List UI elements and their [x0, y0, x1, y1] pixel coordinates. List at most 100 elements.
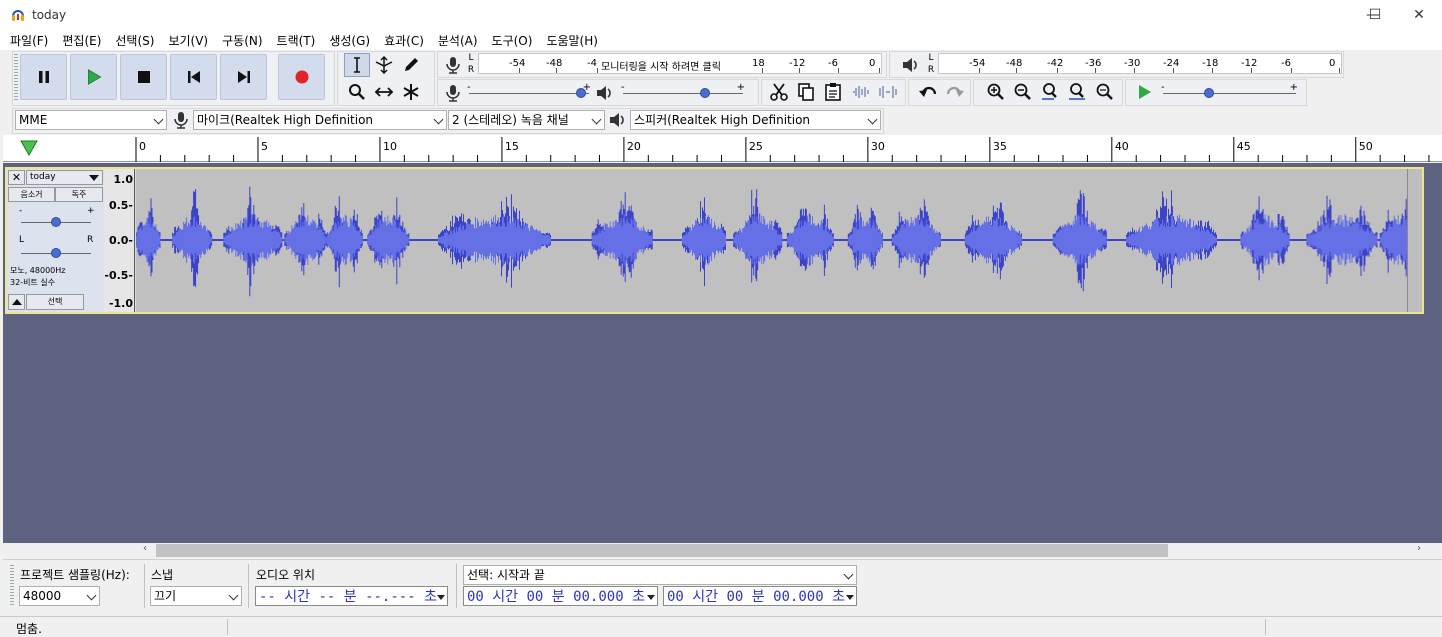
- horizontal-scrollbar[interactable]: ‹ ›: [3, 543, 1442, 558]
- zoom-in-button[interactable]: [983, 80, 1009, 104]
- pause-button[interactable]: [20, 54, 67, 100]
- cut-button[interactable]: [766, 80, 792, 104]
- ruler-label: 40: [1115, 140, 1129, 153]
- envelope-tool[interactable]: [371, 53, 397, 77]
- play-speed-slider[interactable]: - +: [1159, 82, 1300, 99]
- menu-item-10[interactable]: 도움말(H): [539, 32, 605, 49]
- project-rate-select[interactable]: 48000: [19, 586, 100, 606]
- waveform-area[interactable]: [135, 169, 1417, 312]
- selection-mode-select[interactable]: 선택: 시작과 끝: [463, 565, 857, 585]
- menu-item-1[interactable]: 편집(E): [55, 32, 108, 49]
- scroll-right-icon[interactable]: ›: [1417, 543, 1421, 554]
- paste-button[interactable]: [820, 80, 846, 104]
- play-volume-slider[interactable]: - +: [619, 82, 747, 99]
- skip-start-icon: [187, 71, 200, 83]
- recording-device-select[interactable]: 마이크(Realtek High Definition: [193, 110, 447, 130]
- menu-item-5[interactable]: 트랙(T): [270, 32, 323, 49]
- time-format-menu-icon: [647, 595, 655, 600]
- ruler-label: 20: [627, 140, 641, 153]
- draw-tool-icon: [405, 58, 418, 71]
- play-volume-track: [623, 93, 743, 94]
- track-pan-knob[interactable]: [51, 248, 61, 258]
- menu-item-6[interactable]: 생성(G): [322, 32, 377, 49]
- separator: [144, 564, 145, 608]
- menu-item-3[interactable]: 보기(V): [161, 32, 215, 49]
- trim-audio-button[interactable]: [848, 80, 874, 104]
- play-meter-left-label: L: [928, 53, 934, 63]
- waveform-segment: [1379, 198, 1417, 277]
- maximize-button-2[interactable]: ☐: [1352, 0, 1398, 30]
- play-volume-knob[interactable]: [700, 88, 710, 98]
- waveform-segment: [1052, 190, 1107, 292]
- menu-item-0[interactable]: 파일(F): [3, 32, 55, 49]
- multi-tool[interactable]: [398, 80, 424, 104]
- ruler-label: 35: [993, 140, 1007, 153]
- play-speed-track: [1163, 93, 1296, 94]
- draw-tool[interactable]: [398, 53, 424, 77]
- menu-bar: 파일(F) 편집(E) 선택(S) 보기(V) 구동(N) 트랙(T) 생성(G) 효과(C)…: [0, 30, 1442, 50]
- selection-tool[interactable]: [344, 53, 370, 77]
- stop-button[interactable]: [120, 54, 167, 100]
- playback-device-select[interactable]: 스피커(Realtek High Definition: [630, 110, 881, 130]
- fit-project-button[interactable]: [1064, 80, 1090, 104]
- timeshift-tool[interactable]: [371, 80, 397, 104]
- play-button[interactable]: [70, 54, 117, 100]
- selection-start-field[interactable]: 00 시간 00 분 00.000 초: [463, 586, 658, 606]
- play-speed-knob[interactable]: [1203, 88, 1214, 98]
- track-gain-slider[interactable]: [17, 214, 95, 228]
- play-meter[interactable]: -54 -48 -42 -36 -30 -24 -18 -12 -6 0: [938, 53, 1342, 74]
- solo-button[interactable]: 독주: [55, 187, 103, 202]
- track-vertical-scrollbar[interactable]: [1407, 169, 1422, 312]
- skip-to-start-button[interactable]: [170, 54, 217, 100]
- menu-item-8[interactable]: 분석(A): [431, 32, 485, 49]
- skip-to-end-button[interactable]: [220, 54, 267, 100]
- separator: [227, 619, 228, 635]
- zoom-toggle-icon: [1096, 83, 1113, 100]
- timeline-ruler-ticks: 0 5 10 15 20 25 30 35 40 45 50: [135, 137, 1430, 162]
- timeline-ruler[interactable]: 0 5 10 15 20 25 30 35 40 45 50: [3, 135, 1442, 162]
- zoom-toggle-button[interactable]: [1091, 80, 1117, 104]
- record-volume-slider[interactable]: - +: [465, 82, 593, 99]
- amplitude-label: 0.5-: [109, 199, 133, 212]
- collapse-track-button[interactable]: [8, 294, 25, 310]
- copy-button[interactable]: [793, 80, 819, 104]
- scrollbar-thumb[interactable]: [156, 544, 1168, 557]
- play-volume-plus: +: [736, 82, 745, 93]
- track-name-menu[interactable]: today: [26, 170, 103, 185]
- vertical-amplitude-ruler[interactable]: 1.0 0.5- 0.0- -0.5- -1.0: [104, 169, 135, 312]
- mute-button[interactable]: 음소거: [8, 187, 55, 202]
- recording-channels-select[interactable]: 2 (스테레오) 녹음 채널: [448, 110, 605, 130]
- menu-item-7[interactable]: 효과(C): [377, 32, 431, 49]
- silence-audio-button[interactable]: [875, 80, 901, 104]
- menu-item-4[interactable]: 구동(N): [215, 32, 269, 49]
- track-pan-slider[interactable]: [17, 245, 95, 259]
- play-head-marker[interactable]: [20, 140, 38, 159]
- audio-host-select[interactable]: MME: [15, 110, 167, 130]
- zoom-tool[interactable]: [344, 80, 370, 104]
- scroll-left-icon[interactable]: ‹: [143, 543, 147, 554]
- zoom-out-icon: [1014, 83, 1031, 100]
- play-at-speed-button[interactable]: [1131, 80, 1157, 104]
- track-gain-knob[interactable]: [51, 217, 61, 227]
- selection-end-field[interactable]: 00 시간 00 분 00.000 초: [663, 586, 857, 606]
- record-volume-knob[interactable]: [575, 88, 586, 98]
- selection-toolbar-grip[interactable]: [10, 565, 14, 607]
- snap-select[interactable]: 끄기: [150, 586, 242, 606]
- track-close-button[interactable]: ✕: [8, 170, 25, 185]
- record-meter-button[interactable]: [440, 53, 466, 77]
- menu-item-2[interactable]: 선택(S): [108, 32, 161, 49]
- fit-selection-button[interactable]: [1037, 80, 1063, 104]
- play-meter-button[interactable]: [897, 53, 923, 77]
- audio-position-field[interactable]: -- 시간 -- 분 --.--- 초: [255, 586, 448, 606]
- meter-tick-label: -4: [587, 58, 597, 69]
- menu-item-9[interactable]: 도구(O): [485, 32, 540, 49]
- redo-button[interactable]: [942, 80, 968, 104]
- toolbar-grip[interactable]: [14, 54, 18, 102]
- meter-tick: [879, 68, 880, 73]
- close-button[interactable]: ✕: [1396, 0, 1442, 30]
- record-button[interactable]: [278, 54, 325, 100]
- record-meter[interactable]: 모니터링을 시작 하려면 클릭 -54 -48 -4 18 -12 -6 0: [478, 53, 882, 74]
- zoom-out-button[interactable]: [1010, 80, 1036, 104]
- undo-button[interactable]: [915, 80, 941, 104]
- select-track-button[interactable]: 선택: [26, 294, 84, 310]
